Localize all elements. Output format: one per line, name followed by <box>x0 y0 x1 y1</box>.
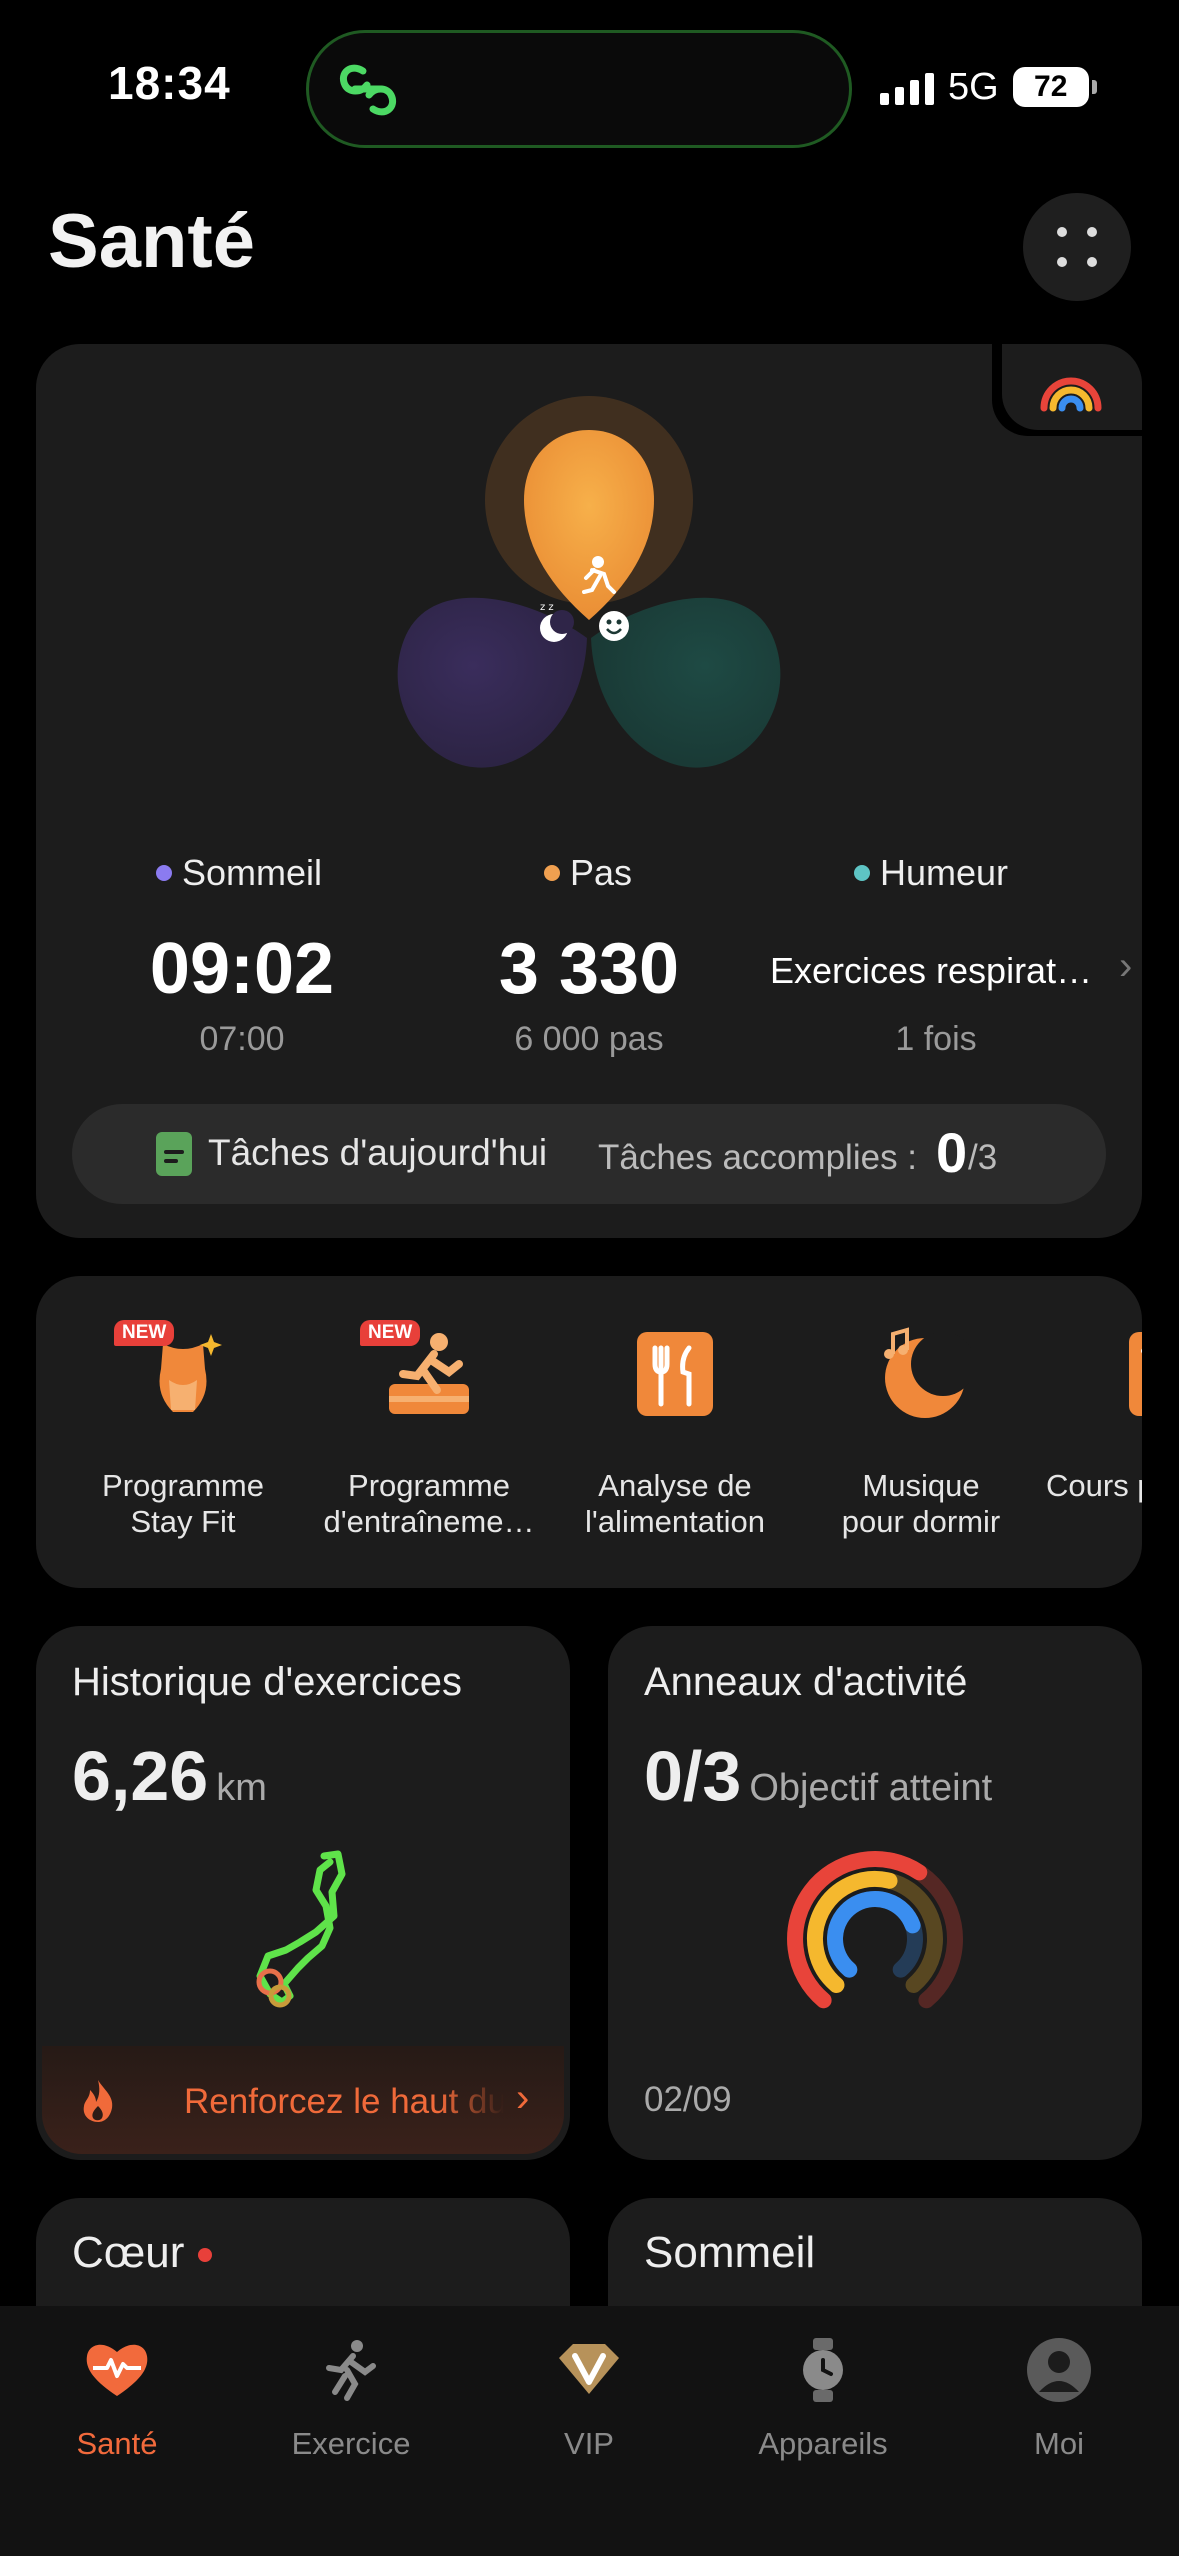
sleep-value[interactable]: 09:02 <box>92 928 392 1010</box>
sleep-card-title: Sommeil <box>644 2228 816 2277</box>
watch-icon <box>803 2338 843 2402</box>
mood-dot <box>854 865 870 881</box>
network-type: 5G <box>948 65 999 108</box>
rings-achieved: 0/3 Objectif atteint <box>644 1736 992 1816</box>
program-training[interactable]: NEW Programme d'entraîneme… <box>304 1276 554 1588</box>
tab-vip[interactable]: VIP <box>489 2336 689 2476</box>
smiley-small-icon <box>599 611 629 641</box>
heart-title: Cœur <box>72 2228 213 2278</box>
rainbow-rings-icon[interactable] <box>1036 358 1106 422</box>
sleep-goal: 07:00 <box>199 1020 285 1058</box>
tab-label: Exercice <box>291 2426 411 2461</box>
health-summary-card[interactable]: z z Sommeil Pas Humeur 09:02 07:00 3 330… <box>36 344 1142 1238</box>
status-time: 18:34 <box>108 57 231 109</box>
exercise-history-title: Historique d'exercices <box>72 1660 463 1704</box>
status-indicators: 5G 72 <box>880 62 1097 112</box>
tab-sante[interactable]: Santé <box>17 2336 217 2476</box>
program-course[interactable]: Cours p <box>1042 1276 1142 1588</box>
heart-pulse-icon <box>86 2344 148 2396</box>
distance-unit: km <box>216 1767 267 1809</box>
tab-label: Appareils <box>758 2426 888 2461</box>
mood-label-text: Humeur <box>880 852 1009 893</box>
course-icon <box>1129 1332 1142 1416</box>
chevron-right-icon: › <box>516 2076 530 2120</box>
tasks-total: /3 <box>968 1138 998 1177</box>
tab-label: Santé <box>76 2426 158 2461</box>
steps-goal: 6 000 pas <box>514 1020 664 1058</box>
exercise-history-card[interactable]: Historique d'exercices 6,26 km Renforcez … <box>36 1626 570 2160</box>
tab-appareils[interactable]: Appareils <box>723 2336 923 2476</box>
tab-moi[interactable]: Moi <box>959 2336 1159 2476</box>
exercise-tip-banner[interactable]: Renforcez le haut du corps › <box>42 2046 564 2154</box>
dynamic-island[interactable] <box>306 30 852 148</box>
alert-dot <box>198 2248 213 2263</box>
rings-achieved-label: Objectif atteint <box>749 1767 993 1809</box>
sleep-label-text: Sommeil <box>182 852 323 893</box>
program-nutrition[interactable]: Analyse de l'alimentation <box>550 1276 800 1588</box>
steps-label: Pas <box>544 852 632 894</box>
mood-label: Humeur <box>854 852 1008 894</box>
battery-icon: 72 <box>1012 67 1097 107</box>
steps-value[interactable]: 3 330 <box>439 928 739 1010</box>
new-badge: NEW <box>114 1320 175 1346</box>
more-menu-button[interactable] <box>1023 193 1131 301</box>
chevron-right-icon[interactable]: › <box>1119 944 1132 989</box>
status-bar: 18:34 5G 72 <box>0 0 1179 170</box>
distance-value: 6,26 <box>72 1737 209 1815</box>
steps-label-text: Pas <box>570 852 633 893</box>
vip-diamond-icon <box>559 2344 619 2394</box>
route-map-icon <box>256 1850 346 2008</box>
program-sleep-music[interactable]: Musique pour dormir <box>796 1276 1046 1588</box>
tasks-done-label: Tâches accomplies : <box>598 1138 918 1177</box>
sleep-dot <box>156 865 172 881</box>
mood-value[interactable]: Exercices respirat… <box>770 950 1092 992</box>
signal-bars-icon <box>880 69 934 105</box>
activity-rings-chart <box>787 1851 963 2009</box>
tab-exercice[interactable]: Exercice <box>251 2336 451 2476</box>
health-petals-graphic: z z <box>397 396 781 768</box>
rings-achieved-value: 0/3 <box>644 1737 742 1815</box>
activity-rings-card[interactable]: Anneaux d'activité 0/3 Objectif atteint 0… <box>608 1626 1142 2160</box>
tasks-done-count: 0 <box>936 1121 968 1184</box>
tasks-title: Tâches d'aujourd'hui <box>208 1132 548 1173</box>
programs-carousel[interactable]: NEW Programme Stay Fit NEW Programme d'e… <box>36 1276 1142 1588</box>
page-title: Santé <box>48 199 255 284</box>
tab-label: VIP <box>564 2426 614 2461</box>
exercise-distance: 6,26 km <box>72 1736 267 1816</box>
program-label: Programme d'entraîneme… <box>323 1468 535 1539</box>
rings-date: 02/09 <box>644 2080 732 2119</box>
program-label: Analyse de l'alimentation <box>585 1468 765 1539</box>
tab-label: Moi <box>1034 2426 1084 2461</box>
sleep-label: Sommeil <box>156 852 322 894</box>
document-icon <box>156 1132 192 1176</box>
moon-music-icon <box>884 1327 971 1418</box>
program-label: Musique pour dormir <box>841 1468 1001 1539</box>
heart-title-text: Cœur <box>72 2228 185 2277</box>
fork-knife-icon <box>637 1332 713 1416</box>
user-avatar-icon <box>1027 2338 1091 2402</box>
program-label: Programme Stay Fit <box>102 1468 264 1539</box>
mood-sub: 1 fois <box>895 1020 977 1058</box>
program-stay-fit[interactable]: NEW Programme Stay Fit <box>58 1276 308 1588</box>
flame-icon <box>83 2080 113 2122</box>
activity-rings-title: Anneaux d'activité <box>644 1660 968 1704</box>
exercise-tip-text: Renforcez le haut du corps <box>184 2082 504 2121</box>
new-badge: NEW <box>360 1320 421 1346</box>
svg-text:z z: z z <box>540 602 554 613</box>
runner-icon <box>326 2340 376 2401</box>
daily-tasks-bar[interactable]: Tâches d'aujourd'hui Tâches accomplies :… <box>72 1104 1106 1204</box>
link-activity-icon <box>340 64 396 116</box>
bottom-tab-bar: Santé Exercice VIP Appareils Moi <box>0 2306 1179 2556</box>
steps-dot <box>544 865 560 881</box>
program-label: Cours p <box>1046 1468 1142 1503</box>
